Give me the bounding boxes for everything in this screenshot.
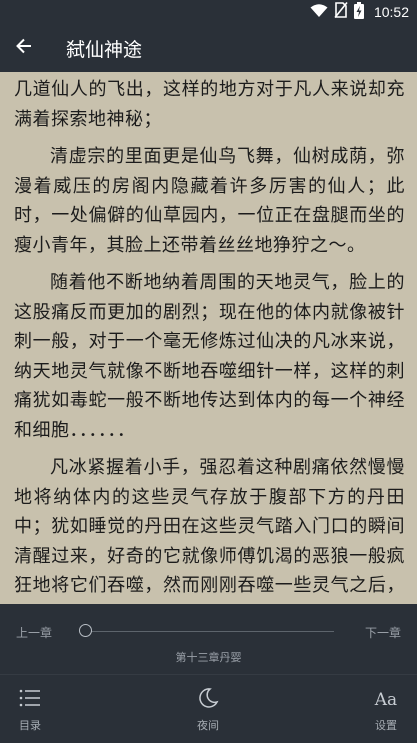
status-bar: 10:52 <box>0 0 417 24</box>
no-sim-icon <box>334 2 348 22</box>
chapter-name: 第十三章丹婴 <box>175 651 242 664</box>
night-mode-button[interactable]: 夜间 <box>178 686 238 738</box>
next-chapter-button[interactable]: 下一章 <box>365 624 401 641</box>
battery-charging-icon <box>353 1 364 23</box>
settings-label: 设置 <box>375 719 397 732</box>
paragraph: 清虚宗的里面更是仙鸟飞舞，仙树成荫，弥漫着威压的房阁内隐藏着许多厉害的仙人；此时… <box>14 146 405 256</box>
arrow-left-icon <box>15 37 33 59</box>
status-icons: 10:52 <box>310 1 409 23</box>
slider-thumb[interactable] <box>79 624 92 637</box>
prev-chapter-button[interactable]: 上一章 <box>16 624 52 641</box>
settings-button[interactable]: Aa 设置 <box>356 686 416 738</box>
back-button[interactable] <box>10 34 38 62</box>
night-mode-label: 夜间 <box>197 719 219 732</box>
toc-button[interactable]: 目录 <box>0 686 60 738</box>
moon-icon <box>197 687 219 713</box>
paragraph: 随着他不断地纳着周围的天地灵气，脸上的这股痛反而更加的剧烈；现在他的体内就像被针… <box>14 272 405 441</box>
status-time: 10:52 <box>373 4 409 20</box>
reader-header: 弑仙神途 <box>0 24 417 72</box>
menu-list-icon <box>19 689 41 711</box>
book-title: 弑仙神途 <box>66 39 143 61</box>
wifi-icon <box>310 3 328 22</box>
chapter-progress-slider[interactable] <box>86 631 334 632</box>
reading-content[interactable]: 几道仙人的飞出，这样的地方对于凡人来说却充满着探索地神秘； 清虚宗的里面更是仙鸟… <box>0 72 417 604</box>
paragraph: 凡冰紧握着小手，强忍着这种剧痛依然慢慢地将纳体内的这些灵气存放于腹部下方的丹田中… <box>14 457 405 596</box>
reader-control-panel: 上一章 下一章 第十三章丹婴 目录 夜间 Aa 设置 <box>0 604 417 743</box>
paragraph: 几道仙人的飞出，这样的地方对于凡人来说却充满着探索地神秘； <box>14 79 405 130</box>
toc-label: 目录 <box>19 719 41 732</box>
font-settings-icon: Aa <box>374 690 398 710</box>
divider <box>0 674 417 675</box>
